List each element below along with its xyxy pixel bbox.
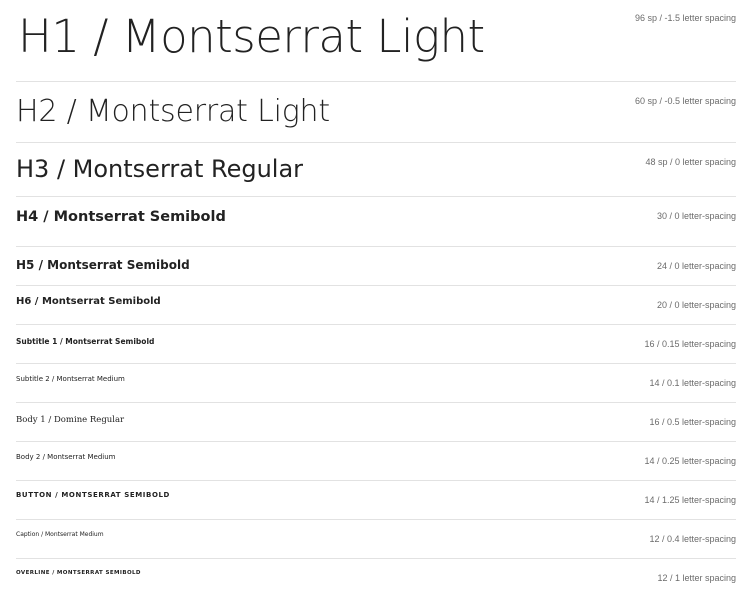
type-sample-subtitle2: Subtitle 2 / Montserrat Medium: [16, 375, 125, 383]
type-row-h2: H2 / Montserrat Light 60 sp / -0.5 lette…: [16, 82, 736, 143]
type-sample-body2: Body 2 / Montserrat Medium: [16, 453, 116, 461]
type-spec-body1: 16 / 0.5 letter-spacing: [649, 417, 736, 427]
type-row-h4: H4 / Montserrat Semibold 30 / 0 letter-s…: [16, 197, 736, 247]
type-row-body1: Body 1 / Domine Regular 16 / 0.5 letter-…: [16, 403, 736, 442]
type-sample-overline: OVERLINE / MONTSERRAT SEMIBOLD: [16, 570, 141, 576]
type-row-h6: H6 / Montserrat Semibold 20 / 0 letter-s…: [16, 286, 736, 325]
type-spec-overline: 12 / 1 letter spacing: [657, 573, 736, 583]
type-row-h3: H3 / Montserrat Regular 48 sp / 0 letter…: [16, 143, 736, 197]
type-spec-subtitle1: 16 / 0.15 letter-spacing: [644, 339, 736, 349]
type-sample-h2: H2 / Montserrat Light: [16, 94, 330, 129]
type-spec-body2: 14 / 0.25 letter-spacing: [644, 456, 736, 466]
type-row-subtitle1: Subtitle 1 / Montserrat Semibold 16 / 0.…: [16, 325, 736, 364]
type-row-body2: Body 2 / Montserrat Medium 14 / 0.25 let…: [16, 442, 736, 481]
type-spec-subtitle2: 14 / 0.1 letter-spacing: [649, 378, 736, 388]
type-row-overline: OVERLINE / MONTSERRAT SEMIBOLD 12 / 1 le…: [16, 559, 736, 594]
type-sample-caption: Caption / Montserrat Medium: [16, 531, 104, 538]
type-spec-caption: 12 / 0.4 letter-spacing: [649, 534, 736, 544]
type-spec-h4: 30 / 0 letter-spacing: [656, 211, 736, 221]
type-sample-h1: H1 / Montserrat Light: [18, 10, 485, 63]
type-sample-body1: Body 1 / Domine Regular: [16, 415, 125, 425]
type-row-button: BUTTON / MONTSERRAT SEMIBOLD 14 / 1.25 l…: [16, 481, 736, 520]
type-scale-sheet: H1 / Montserrat Light 96 sp / -1.5 lette…: [0, 0, 753, 594]
type-sample-subtitle1: Subtitle 1 / Montserrat Semibold: [16, 337, 155, 346]
type-row-caption: Caption / Montserrat Medium 12 / 0.4 let…: [16, 520, 736, 559]
type-sample-h6: H6 / Montserrat Semibold: [16, 296, 161, 307]
type-spec-button: 14 / 1.25 letter-spacing: [644, 495, 736, 505]
type-row-h1: H1 / Montserrat Light 96 sp / -1.5 lette…: [16, 0, 736, 82]
type-sample-button: BUTTON / MONTSERRAT SEMIBOLD: [16, 491, 170, 499]
type-row-subtitle2: Subtitle 2 / Montserrat Medium 14 / 0.1 …: [16, 364, 736, 403]
type-spec-h2: 60 sp / -0.5 letter spacing: [634, 96, 736, 106]
type-spec-h3: 48 sp / 0 letter spacing: [645, 157, 736, 167]
type-row-h5: H5 / Montserrat Semibold 24 / 0 letter-s…: [16, 247, 736, 286]
type-spec-h6: 20 / 0 letter-spacing: [656, 300, 736, 310]
type-spec-h5: 24 / 0 letter-spacing: [656, 261, 736, 271]
type-sample-h4: H4 / Montserrat Semibold: [16, 209, 226, 225]
type-spec-h1: 96 sp / -1.5 letter spacing: [634, 13, 736, 23]
type-sample-h3: H3 / Montserrat Regular: [16, 155, 304, 183]
type-sample-h5: H5 / Montserrat Semibold: [16, 258, 190, 272]
